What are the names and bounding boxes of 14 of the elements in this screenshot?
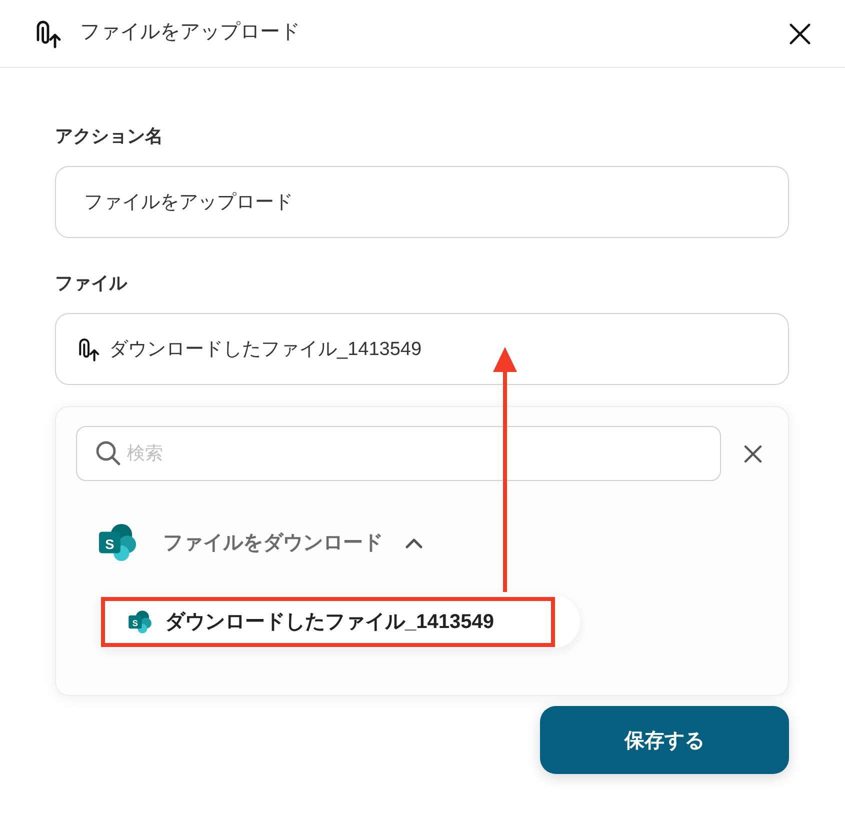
caret-up-icon[interactable]: [405, 536, 423, 548]
variable-option[interactable]: S ダウンロードしたファイル_1413549: [100, 595, 580, 648]
paperclip-arrow-icon: [76, 336, 101, 362]
file-field[interactable]: ダウンロードしたファイル_1413549: [55, 313, 789, 385]
close-icon[interactable]: [789, 22, 811, 44]
field-label: ファイル: [55, 272, 127, 295]
search-icon: [95, 440, 121, 466]
text-input[interactable]: ファイルをアップロード: [55, 166, 789, 238]
field-label: アクション名: [55, 125, 163, 148]
group-label[interactable]: ファイルをダウンロード: [163, 529, 383, 556]
save-button[interactable]: 保存する: [540, 706, 789, 774]
close-icon[interactable]: [744, 444, 762, 462]
dialog-title: ファイルをアップロード: [80, 20, 300, 45]
search-field[interactable]: 検索: [76, 426, 721, 481]
